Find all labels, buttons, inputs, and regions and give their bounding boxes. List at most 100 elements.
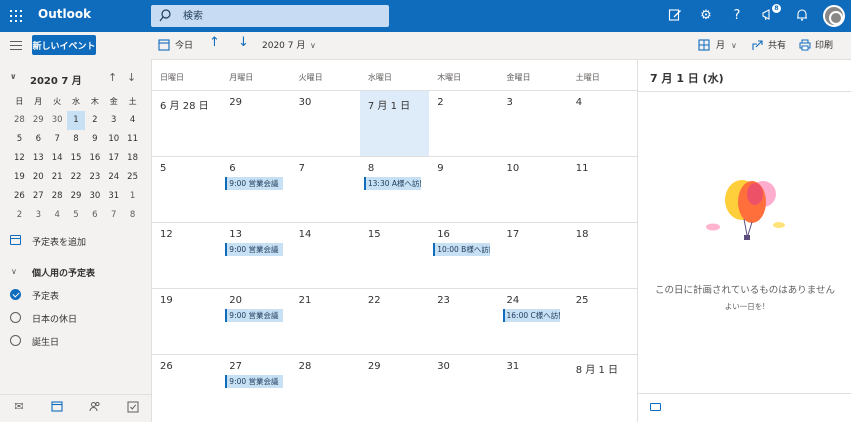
mini-day[interactable]: 26 <box>10 187 29 206</box>
day-cell[interactable]: 7 <box>291 157 360 223</box>
mini-day[interactable]: 11 <box>123 130 142 149</box>
calendar-event[interactable]: 16:00 C様へ訪問 <box>502 309 560 322</box>
share-button[interactable]: 共有 <box>768 40 786 52</box>
mini-day[interactable]: 3 <box>104 111 123 130</box>
mini-day[interactable]: 17 <box>104 149 123 168</box>
mini-day[interactable]: 30 <box>48 111 67 130</box>
mini-day[interactable]: 23 <box>85 168 104 187</box>
day-cell[interactable]: 10 <box>499 157 568 223</box>
mini-day[interactable]: 10 <box>104 130 123 149</box>
people-icon[interactable] <box>88 401 102 413</box>
day-cell[interactable]: 5 <box>152 157 221 223</box>
mini-day[interactable]: 16 <box>85 149 104 168</box>
mini-day[interactable]: 29 <box>67 187 86 206</box>
day-cell[interactable]: 25 <box>568 289 637 355</box>
day-cell[interactable]: 21 <box>291 289 360 355</box>
mini-day[interactable]: 18 <box>123 149 142 168</box>
day-cell[interactable]: 18 <box>568 223 637 289</box>
calendar-event[interactable]: 9:00 営業会議 <box>225 177 283 190</box>
calendar-event[interactable]: 9:00 営業会議 <box>225 243 283 256</box>
print-button[interactable]: 印刷 <box>815 40 833 52</box>
calendar-checkbox-primary[interactable] <box>10 289 21 300</box>
day-cell[interactable]: 7 月 1 日 <box>359 91 430 157</box>
day-cell[interactable]: 14 <box>291 223 360 289</box>
mini-day[interactable]: 7 <box>104 206 123 225</box>
mini-day[interactable]: 27 <box>29 187 48 206</box>
view-switcher[interactable]: 月 <box>716 40 725 52</box>
mini-day[interactable]: 3 <box>29 206 48 225</box>
month-picker[interactable]: 2020 7 月 <box>262 40 305 52</box>
mini-day[interactable]: 2 <box>10 206 29 225</box>
chevron-down-icon[interactable]: ∨ <box>10 72 17 81</box>
app-name[interactable]: Outlook <box>38 7 91 21</box>
calendar-event[interactable]: 10:00 B様へ訪問 <box>433 243 491 256</box>
app-launcher-icon[interactable] <box>10 10 22 22</box>
chevron-down-icon[interactable]: ∨ <box>11 267 17 276</box>
mail-icon[interactable]: ✉ <box>12 401 26 413</box>
day-cell[interactable]: 19 <box>152 289 221 355</box>
day-cell[interactable]: 31 <box>499 355 568 421</box>
day-cell[interactable]: 2 <box>429 91 498 157</box>
mini-day[interactable]: 9 <box>85 130 104 149</box>
calendar-label[interactable]: 予定表 <box>32 289 59 302</box>
mini-day[interactable]: 21 <box>48 168 67 187</box>
arrow-down-icon[interactable]: ↓ <box>127 71 136 84</box>
day-cell[interactable]: 6 月 28 日 <box>152 91 221 157</box>
mini-day[interactable]: 6 <box>29 130 48 149</box>
mini-day[interactable]: 28 <box>48 187 67 206</box>
mini-day[interactable]: 8 <box>123 206 142 225</box>
mini-day[interactable]: 6 <box>85 206 104 225</box>
mini-day[interactable]: 1 <box>123 187 142 206</box>
day-cell[interactable]: 8 月 1 日 <box>568 355 637 421</box>
day-cell[interactable]: 8 <box>360 157 429 223</box>
calendar-event[interactable]: 9:00 営業会議 <box>225 375 283 388</box>
mini-day[interactable]: 1 <box>66 111 86 130</box>
mini-day[interactable]: 19 <box>10 168 29 187</box>
mini-day[interactable]: 30 <box>85 187 104 206</box>
settings-gear-icon[interactable]: ⚙ <box>698 8 714 24</box>
mini-day[interactable]: 13 <box>29 149 48 168</box>
mini-day[interactable]: 14 <box>48 149 67 168</box>
calendar-label[interactable]: 日本の休日 <box>32 312 77 325</box>
day-cell[interactable]: 11 <box>568 157 637 223</box>
day-cell[interactable]: 23 <box>429 289 498 355</box>
day-cell[interactable]: 24 <box>499 289 568 355</box>
mini-day[interactable]: 5 <box>10 130 29 149</box>
share-icon[interactable] <box>752 39 764 55</box>
bell-icon[interactable] <box>794 8 810 24</box>
day-cell[interactable]: 27 <box>221 355 290 421</box>
mini-day[interactable]: 7 <box>48 130 67 149</box>
day-cell[interactable]: 30 <box>429 355 498 421</box>
day-cell[interactable]: 26 <box>152 355 221 421</box>
mini-day[interactable]: 20 <box>29 168 48 187</box>
avatar[interactable] <box>823 5 845 27</box>
day-cell[interactable]: 28 <box>291 355 360 421</box>
day-cell[interactable]: 29 <box>360 355 429 421</box>
day-cell[interactable]: 3 <box>499 91 568 157</box>
mini-day[interactable]: 22 <box>67 168 86 187</box>
add-calendar-icon[interactable] <box>10 235 21 245</box>
print-icon[interactable] <box>799 39 811 55</box>
day-cell[interactable]: 16 <box>429 223 498 289</box>
mini-day[interactable]: 31 <box>104 187 123 206</box>
add-calendar-link[interactable]: 予定表を追加 <box>32 235 86 248</box>
day-cell[interactable]: 15 <box>360 223 429 289</box>
mini-day[interactable]: 8 <box>67 130 86 149</box>
mini-day[interactable]: 25 <box>123 168 142 187</box>
chevron-down-icon[interactable]: ∨ <box>310 40 316 52</box>
help-icon[interactable]: ? <box>729 8 745 24</box>
hamburger-menu-icon[interactable] <box>10 41 22 50</box>
calendar-event[interactable]: 13:30 A様へ訪問 <box>363 177 422 190</box>
day-cell[interactable]: 12 <box>152 223 221 289</box>
mini-day[interactable]: 4 <box>48 206 67 225</box>
view-month-icon[interactable] <box>698 39 710 55</box>
mini-day[interactable]: 4 <box>123 111 142 130</box>
day-cell[interactable]: 6 <box>221 157 290 223</box>
day-cell[interactable]: 9 <box>429 157 498 223</box>
today-button[interactable]: 今日 <box>175 40 193 52</box>
day-cell[interactable]: 20 <box>221 289 290 355</box>
mini-day[interactable]: 28 <box>10 111 29 130</box>
day-cell[interactable]: 29 <box>221 91 290 157</box>
mini-day[interactable]: 24 <box>104 168 123 187</box>
chevron-down-icon[interactable]: ∨ <box>731 40 737 52</box>
